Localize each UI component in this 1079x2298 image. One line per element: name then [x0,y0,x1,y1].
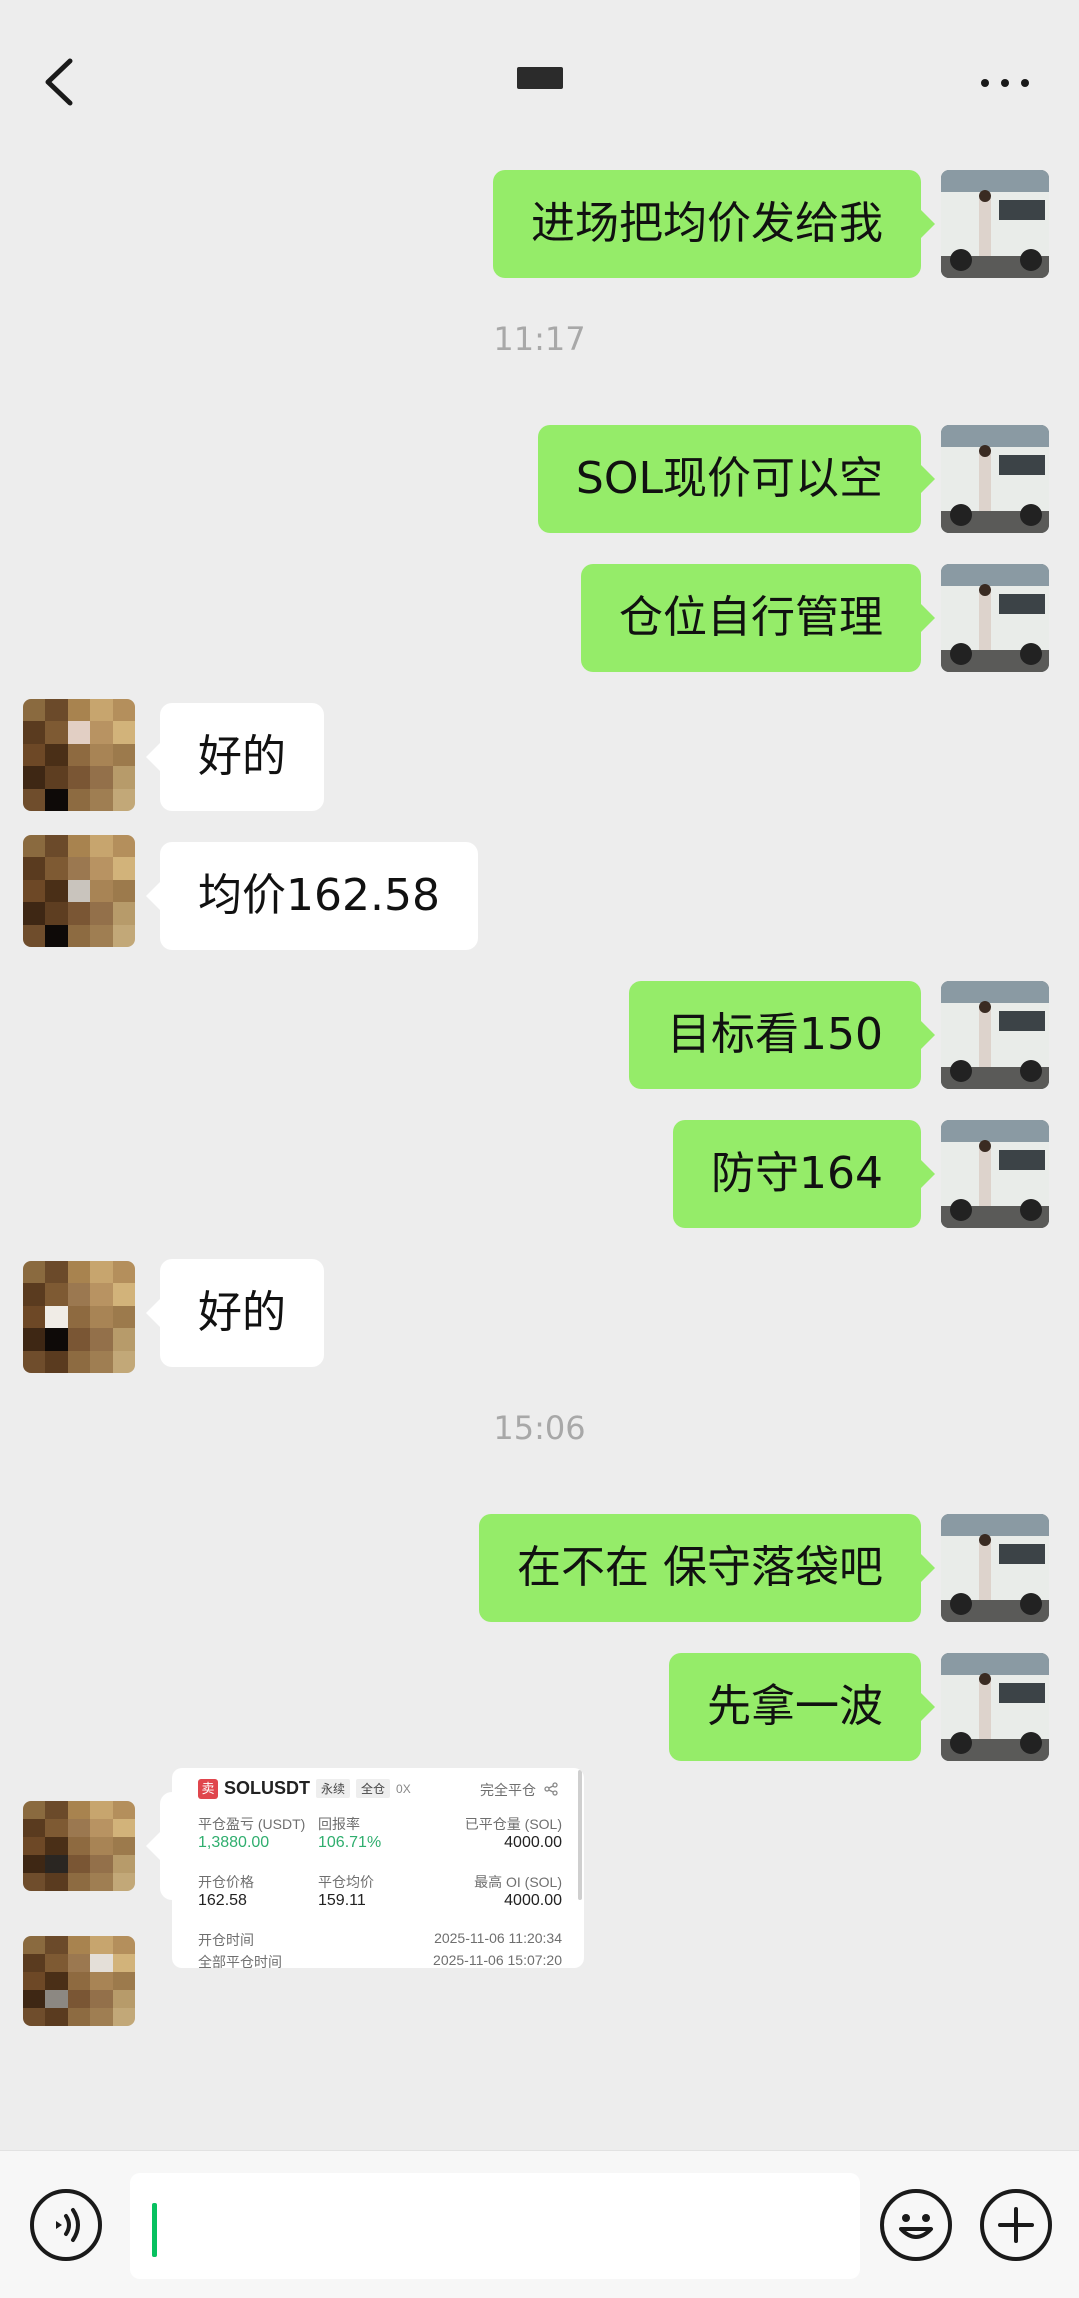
sell-badge: 卖 [198,1778,218,1799]
message-bubble-self[interactable]: 进场把均价发给我 [493,170,935,278]
plus-button[interactable] [980,2189,1052,2261]
self-avatar[interactable] [941,170,1049,278]
position-status: 完全平仓 [480,1782,536,1798]
voice-icon [56,2208,80,2242]
redacted-chat-title [517,67,563,89]
share-icon[interactable] [544,1782,558,1796]
chat-header [0,0,1079,165]
message-bubble-self[interactable]: SOL现价可以空 [537,425,936,533]
pnl-label: 平仓盈亏 (USDT) [198,1816,306,1832]
self-avatar[interactable] [941,1120,1049,1228]
open-price-value: 162.58 [198,1892,247,1909]
close-time-label: 全部平仓时间 [198,1954,282,1968]
more-button[interactable] [975,68,1035,96]
contact-avatar[interactable] [23,835,135,947]
perp-tag: 永续 [316,1779,351,1798]
card-scrollbar [578,1770,582,1900]
more-dots-icon [981,79,989,87]
self-avatar[interactable] [941,1653,1049,1761]
closed-qty-value: 4000.00 [504,1834,562,1851]
close-time-value: 2025-11-06 15:07:20 [433,1952,562,1968]
message-bubble-self[interactable]: 先拿一波 [669,1653,935,1761]
timestamp: 11:17 [493,320,586,358]
timestamp: 15:06 [493,1409,586,1447]
emoji-button[interactable] [880,2189,952,2261]
roi-value: 106.71% [318,1834,382,1851]
max-oi-label: 最高 OI (SOL) [474,1874,562,1890]
contact-avatar[interactable] [23,1261,135,1373]
message-bubble-self[interactable]: 目标看150 [629,981,935,1089]
emoji-icon [899,2214,933,2239]
text-caret [152,2203,157,2257]
message-bubble-self[interactable]: 仓位自行管理 [581,564,935,672]
message-bubble-self[interactable]: 防守164 [673,1120,935,1228]
trade-screenshot-message[interactable]: 卖 SOLUSDT 永续 全仓 0X 完全平仓 平仓盈亏 (USDT) 回报率 已平仓量… [172,1768,584,1968]
self-avatar[interactable] [941,425,1049,533]
message-bubble-self[interactable]: 在不在 保守落袋吧 [479,1514,935,1622]
close-avg-label: 平仓均价 [318,1874,374,1890]
open-time-label: 开仓时间 [198,1932,254,1948]
open-time-value: 2025-11-06 11:20:34 [434,1930,562,1946]
symbol-label: SOLUSDT [224,1778,311,1798]
contact-avatar[interactable] [23,1801,135,1891]
contact-avatar[interactable] [23,699,135,811]
message-input[interactable] [130,2173,860,2279]
max-oi-value: 4000.00 [504,1892,562,1909]
back-button[interactable] [38,55,82,109]
voice-button[interactable] [30,2189,102,2261]
message-bubble-contact[interactable]: 好的 [146,1259,324,1367]
pnl-value: 1,3880.00 [198,1834,270,1851]
self-avatar[interactable] [941,981,1049,1089]
contact-avatar[interactable] [23,1936,135,2026]
message-bubble-contact[interactable]: 好的 [146,703,324,811]
close-avg-value: 159.11 [318,1892,366,1909]
closed-qty-label: 已平仓量 (SOL) [464,1816,562,1832]
open-price-label: 开仓价格 [198,1874,254,1890]
cross-tag: 全仓 [356,1779,391,1798]
self-avatar-photo [941,170,1049,278]
self-avatar[interactable] [941,1514,1049,1622]
leverage-tag: 0X [396,1781,411,1796]
input-bar [0,2150,1079,2298]
chevron-left-icon [45,58,73,106]
plus-icon [998,2207,1034,2243]
message-bubble-contact[interactable]: 均价162.58 [146,842,478,950]
self-avatar[interactable] [941,564,1049,672]
roi-label: 回报率 [318,1816,360,1832]
